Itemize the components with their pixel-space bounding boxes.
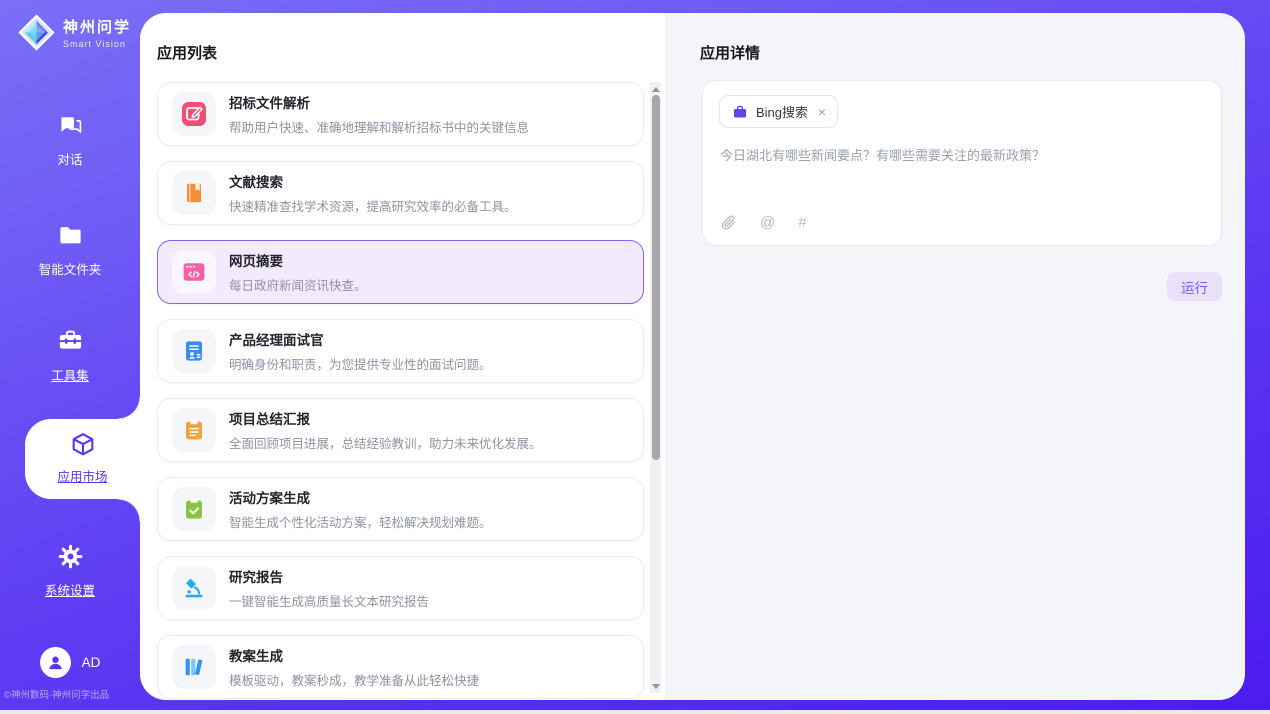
app-card-text: 研究报告 一键智能生成高质量长文本研究报告 <box>229 566 429 610</box>
brand-text: 神州问学 Smart Vision <box>63 16 131 49</box>
scrollbar-up-arrow[interactable] <box>652 85 660 93</box>
gem-diamond-icon <box>17 13 56 52</box>
input-toolbar: @ # <box>720 214 807 231</box>
cube-icon <box>69 431 97 459</box>
app-name: 研究报告 <box>229 566 429 586</box>
app-icon-tile <box>172 408 216 452</box>
folder-icon <box>57 222 84 249</box>
app-description: 模板驱动，教案秒成，教学准备从此轻松快捷 <box>229 670 479 689</box>
app-list-panel: 应用列表 招标文件解析 帮助用户快速、准确地理解和解析招标书中的关键信息 文献搜… <box>140 13 665 700</box>
app-card-text: 网页摘要 每日政府新闻资讯快查。 <box>229 250 367 294</box>
app-card-text: 活动方案生成 智能生成个性化活动方案，轻松解决规划难题。 <box>229 487 492 531</box>
app-name: 教案生成 <box>229 645 479 665</box>
app-card[interactable]: 网页摘要 每日政府新闻资讯快查。 <box>157 240 644 304</box>
app-icon-tile <box>172 566 216 610</box>
app-list-title: 应用列表 <box>157 42 217 63</box>
app-name: 项目总结汇报 <box>229 408 542 428</box>
app-window: { "brand": { "name": "神州问学", "tagline": … <box>0 0 1270 714</box>
sidebar: 神州问学 Smart Vision 对话 智能文件夹 工具集 <box>0 0 140 710</box>
app-card-text: 项目总结汇报 全面回顾项目进展，总结经验教训，助力未来优化发展。 <box>229 408 542 452</box>
app-card-text: 文献搜索 快速精准查找学术资源，提高研究效率的必备工具。 <box>229 171 517 215</box>
chat-icon <box>57 112 84 139</box>
app-icon-tile <box>172 250 216 294</box>
scrollbar-down-arrow[interactable] <box>652 682 660 690</box>
avatar <box>40 647 71 678</box>
app-card[interactable]: 招标文件解析 帮助用户快速、准确地理解和解析招标书中的关键信息 <box>157 82 644 146</box>
edit-square-icon <box>181 101 207 127</box>
sidebar-item-toolset[interactable]: 工具集 <box>0 328 140 384</box>
app-name: 产品经理面试官 <box>229 329 492 349</box>
hash-icon[interactable]: # <box>798 214 806 231</box>
app-description: 一键智能生成高质量长文本研究报告 <box>229 591 429 610</box>
app-icon-tile <box>172 487 216 531</box>
webpage-code-icon <box>181 259 207 285</box>
active-tab-curve-top <box>118 397 140 419</box>
toolbox-icon <box>57 328 84 355</box>
app-name: 网页摘要 <box>229 250 367 270</box>
books-icon <box>181 654 207 680</box>
app-description: 快速精准查找学术资源，提高研究效率的必备工具。 <box>229 196 517 215</box>
app-card-text: 产品经理面试官 明确身份和职责，为您提供专业性的面试问题。 <box>229 329 492 373</box>
app-description: 每日政府新闻资讯快查。 <box>229 275 367 294</box>
app-detail-title: 应用详情 <box>700 42 760 63</box>
active-tab-curve-bottom <box>118 499 140 521</box>
app-name: 招标文件解析 <box>229 92 529 112</box>
clipboard-check-icon <box>181 496 207 522</box>
app-name: 活动方案生成 <box>229 487 492 507</box>
clipboard-note-icon <box>181 417 207 443</box>
tool-chip-label: Bing搜索 <box>756 102 808 121</box>
sidebar-item-app-market[interactable]: 应用市场 <box>25 419 140 499</box>
app-icon-tile <box>172 171 216 215</box>
scrollbar-thumb[interactable] <box>652 95 660 460</box>
app-card-text: 教案生成 模板驱动，教案秒成，教学准备从此轻松快捷 <box>229 645 479 689</box>
app-icon-tile <box>172 645 216 689</box>
sidebar-item-smart-folder[interactable]: 智能文件夹 <box>0 222 140 278</box>
app-icon-tile <box>172 92 216 136</box>
app-detail-panel: 应用详情 Bing搜索 × 今日湖北有哪些新闻要点？有哪些需要关注的最新政策？ … <box>665 13 1245 700</box>
app-card[interactable]: 教案生成 模板驱动，教案秒成，教学准备从此轻松快捷 <box>157 635 644 699</box>
app-card[interactable]: 产品经理面试官 明确身份和职责，为您提供专业性的面试问题。 <box>157 319 644 383</box>
app-card-list: 招标文件解析 帮助用户快速、准确地理解和解析招标书中的关键信息 文献搜索 快速精… <box>157 82 644 699</box>
sidebar-item-label: 应用市场 <box>25 466 140 485</box>
sidebar-item-label: 系统设置 <box>0 580 140 599</box>
at-icon[interactable]: @ <box>760 214 775 231</box>
run-button[interactable]: 运行 <box>1167 272 1222 301</box>
interview-doc-icon <box>181 338 207 364</box>
scrollbar[interactable] <box>650 82 661 693</box>
brand-tagline: Smart Vision <box>63 39 131 49</box>
copyright-text: ©神州数码·神州问学出品 <box>4 687 140 701</box>
user-account[interactable]: AD <box>0 647 140 678</box>
app-description: 智能生成个性化活动方案，轻松解决规划难题。 <box>229 512 492 531</box>
sidebar-item-label: 智能文件夹 <box>0 259 140 278</box>
gear-icon <box>57 543 84 570</box>
app-description: 明确身份和职责，为您提供专业性的面试问题。 <box>229 354 492 373</box>
user-icon <box>45 652 66 673</box>
sidebar-item-settings[interactable]: 系统设置 <box>0 543 140 599</box>
app-name: 文献搜索 <box>229 171 517 191</box>
app-card[interactable]: 文献搜索 快速精准查找学术资源，提高研究效率的必备工具。 <box>157 161 644 225</box>
brand-logo: 神州问学 Smart Vision <box>17 13 131 52</box>
app-description: 全面回顾项目进展，总结经验教训，助力未来优化发展。 <box>229 433 542 452</box>
paperclip-icon[interactable] <box>720 214 737 231</box>
sidebar-item-label: 工具集 <box>0 365 140 384</box>
app-card[interactable]: 活动方案生成 智能生成个性化活动方案，轻松解决规划难题。 <box>157 477 644 541</box>
tool-chip-bing-search[interactable]: Bing搜索 × <box>719 95 838 128</box>
microscope-icon <box>181 575 207 601</box>
query-text[interactable]: 今日湖北有哪些新闻要点？有哪些需要关注的最新政策？ <box>720 146 1204 166</box>
briefcase-icon <box>732 104 748 120</box>
sidebar-item-label: 对话 <box>0 149 140 168</box>
app-card[interactable]: 项目总结汇报 全面回顾项目进展，总结经验教训，助力未来优化发展。 <box>157 398 644 462</box>
app-icon-tile <box>172 329 216 373</box>
prompt-card: Bing搜索 × 今日湖北有哪些新闻要点？有哪些需要关注的最新政策？ @ # <box>702 80 1222 246</box>
sidebar-item-chat[interactable]: 对话 <box>0 112 140 168</box>
user-initials: AD <box>82 655 101 670</box>
bottom-edge-strip <box>0 710 1270 714</box>
close-icon[interactable]: × <box>818 105 826 119</box>
app-description: 帮助用户快速、准确地理解和解析招标书中的关键信息 <box>229 117 529 136</box>
app-card-text: 招标文件解析 帮助用户快速、准确地理解和解析招标书中的关键信息 <box>229 92 529 136</box>
app-card[interactable]: 研究报告 一键智能生成高质量长文本研究报告 <box>157 556 644 620</box>
book-icon <box>181 180 207 206</box>
brand-name: 神州问学 <box>63 16 131 37</box>
